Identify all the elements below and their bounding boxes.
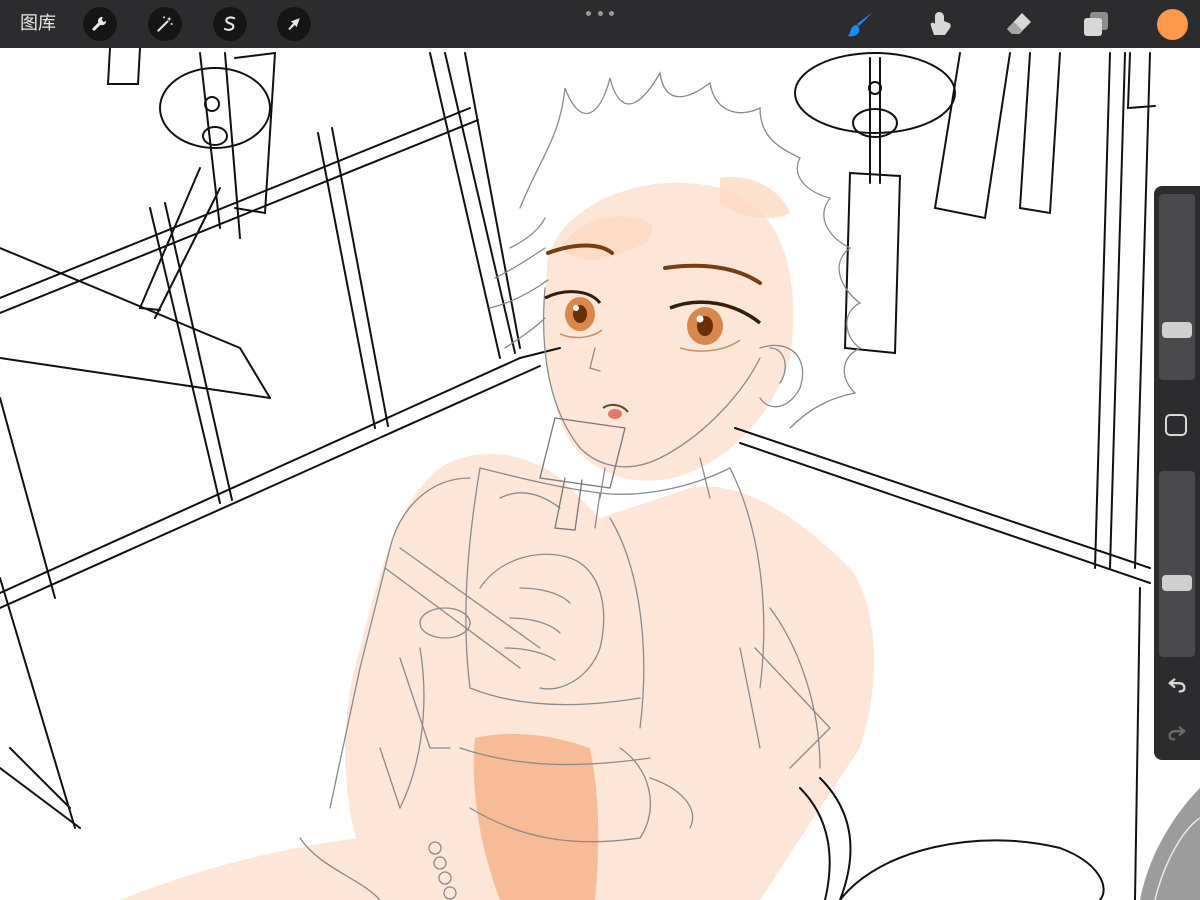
transform-button[interactable] (277, 7, 311, 41)
gallery-button[interactable]: 图库 (20, 13, 56, 35)
brush-size-slider[interactable] (1159, 194, 1195, 380)
brush-tool-button[interactable] (845, 8, 877, 40)
dot (609, 10, 614, 16)
modify-square-icon[interactable] (1165, 414, 1187, 436)
magic-wand-icon (157, 16, 173, 32)
redo-button[interactable] (1162, 718, 1192, 748)
selection-s-icon (223, 16, 236, 31)
brush-size-thumb[interactable] (1162, 322, 1192, 338)
actions-button[interactable] (83, 7, 117, 41)
drawing-canvas[interactable] (0, 48, 1200, 900)
layers-icon (1084, 12, 1108, 36)
adjustments-button[interactable] (148, 7, 182, 41)
top-toolbar: 图库 (0, 0, 1200, 48)
eraser-icon (1007, 13, 1031, 34)
more-options-dots[interactable] (586, 6, 614, 20)
brush-sidebar (1154, 186, 1200, 760)
dot (586, 10, 591, 16)
color-picker-button[interactable] (1157, 9, 1188, 40)
layers-button[interactable] (1080, 8, 1112, 40)
opacity-thumb[interactable] (1162, 575, 1192, 591)
wrench-icon (92, 16, 107, 31)
undo-icon (1168, 678, 1186, 693)
smudge-tool-button[interactable] (924, 8, 956, 40)
brush-icon (847, 12, 873, 37)
smudge-icon (930, 12, 951, 35)
redo-icon (1168, 726, 1186, 741)
abs-shading (473, 733, 599, 900)
undo-button[interactable] (1162, 670, 1192, 700)
dot (597, 10, 603, 16)
transform-arrow-icon (288, 18, 300, 30)
opacity-slider[interactable] (1159, 471, 1195, 657)
eraser-tool-button[interactable] (1003, 8, 1035, 40)
selection-button[interactable] (213, 7, 247, 41)
